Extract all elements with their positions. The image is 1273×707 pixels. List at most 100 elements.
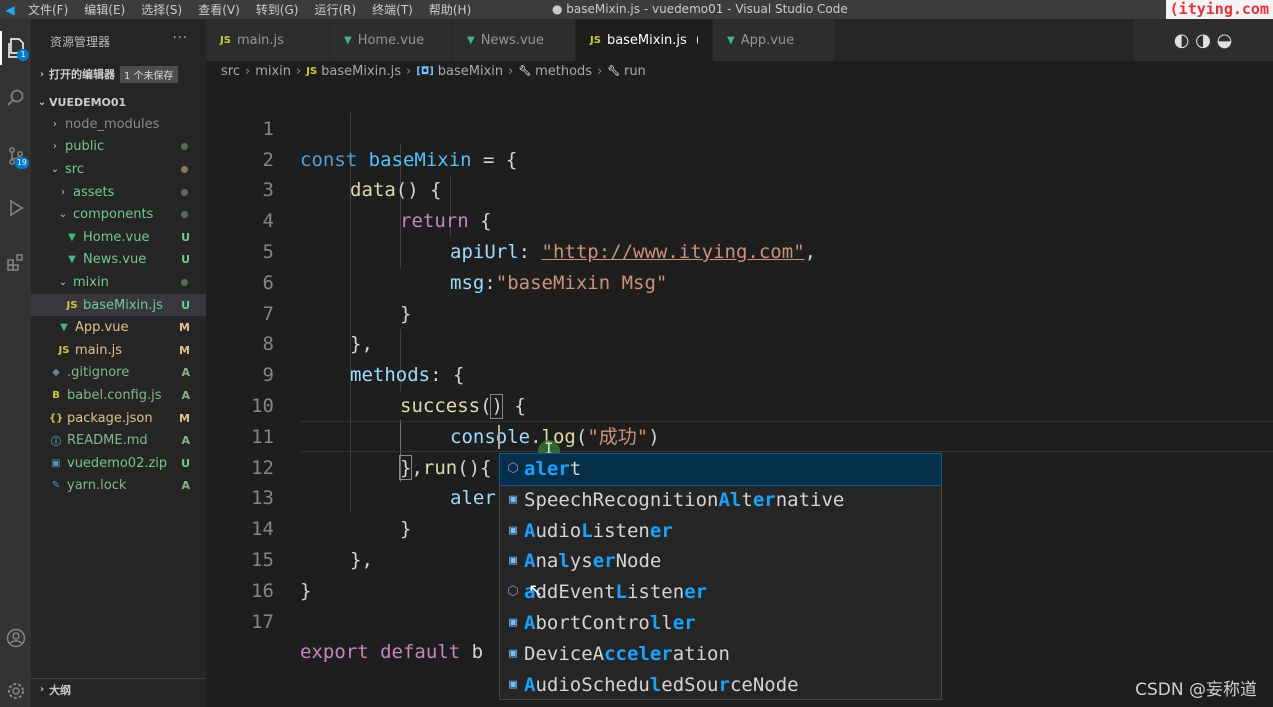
tree-item-babel-config[interactable]: B babel.config.js A: [31, 384, 206, 407]
breadcrumb-file[interactable]: baseMixin.js: [321, 64, 401, 79]
suggest-item[interactable]: ▣ DeviceAcceleration: [500, 639, 941, 670]
suggest-item[interactable]: ▣ AbortController: [500, 608, 941, 639]
tab-label: News.vue: [480, 32, 544, 48]
search-icon[interactable]: [0, 81, 31, 115]
git-status: M: [179, 321, 190, 335]
account-icon[interactable]: [0, 621, 31, 655]
project-section[interactable]: ⌄ VUEDEMO01: [31, 91, 206, 113]
menu-terminal[interactable]: 终端(T): [364, 1, 421, 18]
tree-item-label: README.md: [67, 433, 148, 449]
tab-label: App.vue: [740, 32, 795, 48]
tree-item-zip[interactable]: ▣ vuedemo02.zip U: [31, 452, 206, 475]
menu-edit[interactable]: 编辑(E): [76, 1, 133, 18]
outline-section[interactable]: › 大纲: [31, 678, 206, 700]
chevron-down-icon: ⌄: [58, 209, 68, 221]
json-file-icon: {}: [49, 412, 64, 424]
tree-item-package-json[interactable]: {} package.json M: [31, 407, 206, 430]
tree-item-label: mixin: [73, 274, 109, 290]
tree-item-components[interactable]: ⌄ components: [31, 203, 206, 226]
menu-go[interactable]: 转到(G): [248, 1, 307, 18]
tree-item-node-modules[interactable]: › node_modules: [31, 113, 206, 136]
variable-icon: ▣: [509, 645, 517, 661]
tab-app-vue[interactable]: ▼ App.vue: [713, 19, 836, 61]
suggest-label: AnalyserNode: [524, 550, 662, 573]
run-debug-icon[interactable]: [0, 191, 31, 225]
suggest-item[interactable]: ⬡ alert: [499, 453, 942, 486]
explorer-icon[interactable]: 1: [0, 31, 31, 65]
variable-icon: ▣: [509, 614, 517, 630]
git-status: A: [181, 434, 190, 448]
code-line: 9 success() {: [206, 329, 1273, 417]
chevron-right-icon: ›: [508, 63, 514, 79]
menu-help[interactable]: 帮助(H): [421, 1, 479, 18]
tree-item-yarn-lock[interactable]: ✎ yarn.lock A: [31, 475, 206, 498]
breadcrumb-src[interactable]: src: [221, 64, 240, 79]
babel-file-icon: B: [52, 389, 60, 401]
tree-item-gitignore[interactable]: ◆ .gitignore A: [31, 362, 206, 385]
more-actions-icon[interactable]: ···: [173, 31, 188, 46]
code-line: 4 apiUrl: "http://www.itying.com",: [206, 175, 1273, 263]
tree-item-mixin[interactable]: ⌄ mixin: [31, 271, 206, 294]
tree-item-home-vue[interactable]: ▼ Home.vue U: [31, 226, 206, 249]
js-file-icon: JS: [58, 344, 70, 356]
status-dot: [181, 278, 188, 286]
tab-main-js[interactable]: JS main.js: [206, 19, 330, 61]
chevron-right-icon: ›: [597, 63, 603, 79]
settings-gear-icon[interactable]: [0, 674, 31, 707]
tree-item-readme[interactable]: ⓘ README.md A: [31, 429, 206, 452]
extensions-icon[interactable]: [0, 245, 31, 279]
tree-item-assets[interactable]: › assets: [31, 181, 206, 204]
menu-run[interactable]: 运行(R): [306, 1, 364, 18]
tree-item-label: main.js: [75, 342, 122, 358]
menu-view[interactable]: 查看(V): [190, 1, 248, 18]
breadcrumb-symbol[interactable]: baseMixin: [438, 64, 503, 79]
git-status: M: [179, 411, 190, 425]
outline-label: 大纲: [49, 683, 71, 697]
tree-item-label: baseMixin.js: [83, 297, 163, 313]
status-dot: [181, 211, 188, 219]
menu-file[interactable]: 文件(F): [20, 1, 76, 18]
code-text: export default b: [300, 637, 483, 668]
status-dot: [181, 165, 188, 173]
text-cursor: [498, 425, 500, 449]
suggest-item[interactable]: ▣ AnalyserNode: [500, 546, 941, 577]
tree-item-basemixin-js[interactable]: JS baseMixin.js U: [31, 293, 206, 317]
open-editors-section[interactable]: › 打开的编辑器 1 个未保存: [31, 63, 206, 85]
suggest-item[interactable]: ▣ AudioListener: [500, 516, 941, 547]
tab-label: main.js: [236, 32, 284, 48]
tree-item-label: assets: [73, 184, 115, 200]
git-status: U: [181, 456, 190, 470]
tree-item-main-js[interactable]: JS main.js M: [31, 339, 206, 362]
status-dot: [181, 143, 188, 151]
tree-item-label: Home.vue: [83, 229, 150, 245]
brand-watermark: (itying.com: [1165, 0, 1273, 19]
identifier: b: [460, 641, 484, 664]
suggest-item[interactable]: ⬡ addEventListener: [500, 577, 941, 608]
breadcrumb-run[interactable]: run: [624, 64, 646, 79]
tab-home-vue[interactable]: ▼ Home.vue: [330, 19, 453, 61]
tree-item-news-vue[interactable]: ▼ News.vue U: [31, 249, 206, 272]
unsaved-dot-icon[interactable]: [696, 36, 698, 44]
source-control-icon[interactable]: 19: [0, 139, 31, 173]
menu-selection[interactable]: 选择(S): [133, 1, 190, 18]
explorer-sidebar: 资源管理器 ··· › 打开的编辑器 1 个未保存 ⌄ VUEDEMO01 › …: [31, 19, 206, 707]
tree-item-public[interactable]: › public: [31, 136, 206, 159]
suggest-item[interactable]: ▣ AudioScheduledSourceNode: [500, 670, 941, 701]
autocomplete-suggest-widget[interactable]: ⬡ alert ▣ SpeechRecognitionAlternative ▣ Audi…: [499, 453, 942, 700]
tab-news-vue[interactable]: ▼ News.vue: [453, 19, 576, 61]
breadcrumb-methods[interactable]: methods: [535, 64, 592, 79]
keyword: export default: [300, 641, 461, 664]
vue-file-icon: ▼: [60, 322, 68, 334]
code-line: 1 const baseMixin = {: [206, 83, 1273, 171]
code-line: 2 data() {: [206, 114, 1273, 202]
code-line: 7 },: [206, 268, 1273, 356]
tree-item-app-vue[interactable]: ▼ App.vue M: [31, 316, 206, 339]
mouse-pointer-icon: ↖: [528, 580, 544, 601]
suggest-item[interactable]: ▣ SpeechRecognitionAlternative: [500, 485, 941, 516]
tree-item-src[interactable]: ⌄ src: [31, 158, 206, 181]
variable-icon: [◘]: [416, 65, 434, 77]
breadcrumb-mixin[interactable]: mixin: [255, 64, 291, 79]
tab-label: Home.vue: [357, 32, 425, 48]
suggest-label: SpeechRecognitionAlternative: [524, 488, 845, 511]
tab-basemixin-js[interactable]: JS baseMixin.js: [576, 19, 713, 61]
